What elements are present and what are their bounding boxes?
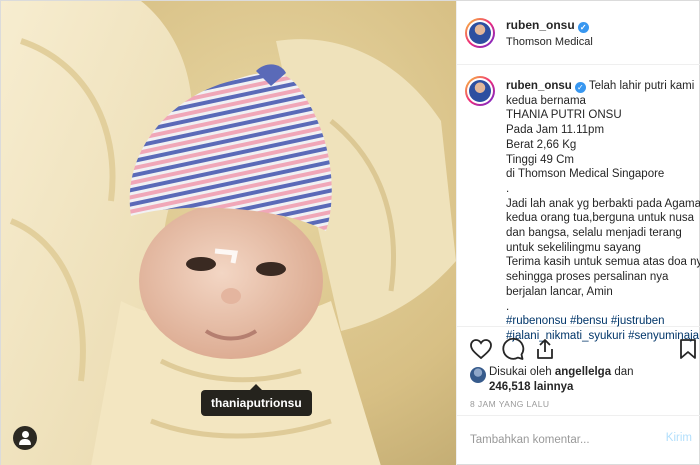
caption-line: Jadi lah anak yg berbakti pada Agama, <box>506 197 700 210</box>
send-comment-button[interactable]: Kirim <box>666 432 692 444</box>
avatar[interactable] <box>465 76 495 106</box>
verified-badge-icon: ✓ <box>577 22 589 33</box>
caption-line: di Thomson Medical Singapore <box>506 168 665 181</box>
post-photo[interactable]: thaniaputrionsu <box>1 1 456 465</box>
caption-username[interactable]: ruben_onsu <box>506 80 572 92</box>
liker-username[interactable]: angellelga <box>555 366 611 378</box>
avatar[interactable] <box>465 18 495 48</box>
bookmark-icon[interactable] <box>676 337 700 361</box>
caption-line: kedua orang tua,berguna untuk nusa <box>506 212 694 225</box>
comment-box: Kirim <box>457 415 700 465</box>
caption-line: berjalan lancar, Amin <box>506 285 613 298</box>
post-header: ruben_onsu ✓ Thomson Medical <box>457 1 700 65</box>
caption-line: Terima kasih untuk semua atas doa nya <box>506 256 700 269</box>
action-bar <box>457 327 700 369</box>
caption-line: sehingga proses persalinan nya <box>506 271 669 284</box>
header-username[interactable]: ruben_onsu <box>506 18 575 32</box>
header-username-row[interactable]: ruben_onsu ✓ <box>506 18 589 33</box>
caption-line-text: Telah lahir putri kami <box>588 80 695 92</box>
caption-line: Berat 2,66 Kg <box>506 138 577 151</box>
caption-line: THANIA PUTRI ONSU <box>506 109 622 122</box>
verified-badge-icon: ✓ <box>574 82 586 93</box>
caption-line: dan bangsa, selalu menjadi terang <box>506 227 682 240</box>
likes-prefix: Disukai oleh <box>489 366 552 378</box>
caption-line: . <box>506 182 510 195</box>
caption-line: Pada Jam 11.11pm <box>506 124 605 137</box>
caption-section: ruben_onsu ✓ Telah lahir putri kami kedua… <box>457 65 700 342</box>
post-sidebar: ruben_onsu ✓ Thomson Medical ruben_onsu ✓ … <box>456 1 700 465</box>
likes-joiner: dan <box>614 366 634 378</box>
likes-text: Disukai oleh angellelga dan 246,518 lain… <box>489 365 634 395</box>
likes-count[interactable]: 246,518 <box>489 381 531 393</box>
post-timestamp[interactable]: 8 JAM YANG LALU <box>470 399 549 409</box>
post-frame: thaniaputrionsu ruben_onsu ✓ Thomson Medi… <box>0 0 700 465</box>
caption-text: ruben_onsu ✓ Telah lahir putri kami kedua… <box>506 79 700 344</box>
heart-icon[interactable] <box>469 337 493 361</box>
caption-line: . <box>506 300 510 313</box>
comment-input[interactable] <box>470 430 650 450</box>
tagged-user-icon[interactable] <box>13 426 37 450</box>
likes-suffix[interactable]: lainnya <box>534 381 574 393</box>
share-icon[interactable] <box>533 337 557 361</box>
caption-line: kedua bernama <box>506 94 586 107</box>
location-link[interactable]: Thomson Medical <box>506 36 593 48</box>
avatar[interactable] <box>470 367 486 383</box>
caption-line: ruben_onsu ✓ Telah lahir putri kami <box>506 79 698 94</box>
comment-icon[interactable] <box>501 337 525 361</box>
caption-line: untuk sekelilingmu sayang <box>506 241 641 254</box>
photo-user-tag[interactable]: thaniaputrionsu <box>201 384 312 416</box>
caption-line: Tinggi 49 Cm <box>506 153 574 166</box>
